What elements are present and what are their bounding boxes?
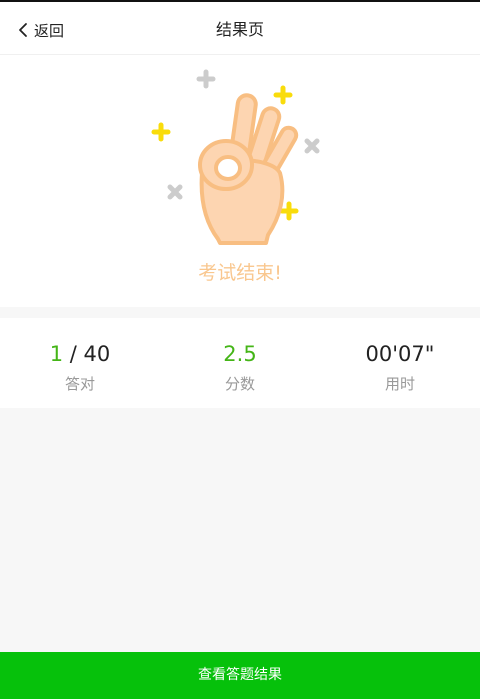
stat-score: 2.5 分数 [160, 318, 320, 408]
stat-correct-value: 1 / 40 [0, 340, 160, 368]
ok-hand-illustration [151, 69, 320, 245]
stat-time-label: 用时 [384, 375, 415, 393]
stat-correct: 1 / 40 答对 [0, 318, 160, 408]
nav-header: 返回 结果页 [0, 2, 480, 55]
hand-icon [198, 93, 299, 245]
sparkle-icon [273, 85, 293, 105]
sparkle-icon [304, 138, 320, 154]
exam-finished-message: 考试结束! [198, 262, 282, 284]
score-value: 2.5 [223, 342, 257, 366]
view-results-button[interactable]: 查看答题结果 [0, 652, 480, 699]
sparkle-icon [196, 69, 216, 89]
correct-count: 1 [49, 342, 64, 366]
total-count: / 40 [63, 342, 111, 366]
stat-score-value: 2.5 [160, 340, 320, 368]
result-hero: 考试结束! [0, 55, 480, 307]
sparkle-icon [167, 184, 183, 200]
stat-time-value: 00'07" [365, 342, 435, 366]
sparkle-icon [279, 201, 299, 221]
stat-score-label: 分数 [224, 375, 255, 393]
stat-time: 00'07" 用时 [320, 318, 480, 408]
stat-correct-label: 答对 [64, 375, 95, 393]
stats-panel: 1 / 40 答对 2.5 分数 00'07" 用时 [0, 318, 480, 408]
sparkle-icon [151, 122, 171, 142]
page-title: 结果页 [215, 20, 264, 39]
